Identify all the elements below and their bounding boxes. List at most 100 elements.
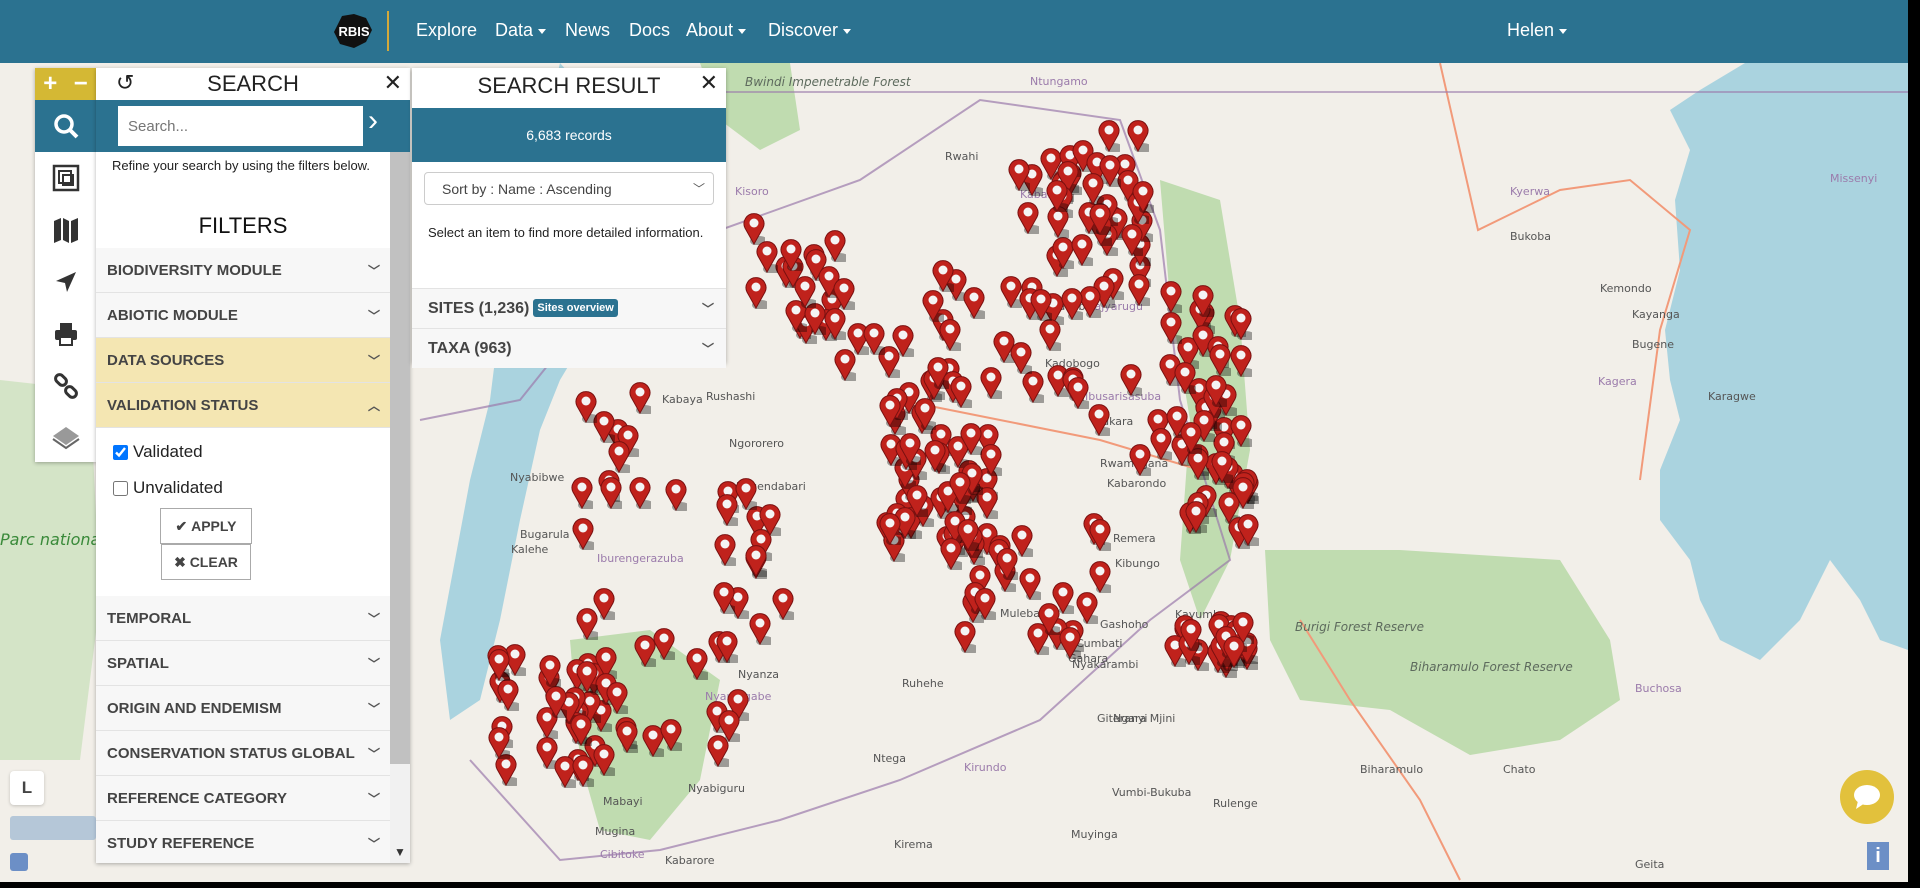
map-marker[interactable] [1098, 119, 1123, 153]
map-marker[interactable] [575, 390, 600, 424]
basemap-button[interactable] [35, 204, 96, 256]
map-marker[interactable] [745, 277, 770, 311]
globe-icon[interactable] [10, 853, 28, 871]
map-marker[interactable] [1010, 341, 1036, 375]
map-marker[interactable] [653, 627, 678, 661]
sort-select[interactable]: Sort by : Name : Ascending ﹀ [424, 172, 714, 205]
map-marker[interactable] [1127, 120, 1153, 153]
filter-conservation-status[interactable]: CONSERVATION STATUS GLOBAL ﹀ [96, 731, 390, 776]
locate-button[interactable] [35, 256, 96, 308]
map-marker[interactable] [824, 229, 849, 263]
apply-button[interactable]: ✔ APPLY [160, 508, 252, 544]
validated-checkbox[interactable] [113, 444, 128, 460]
map-marker[interactable] [1237, 514, 1262, 548]
validated-option[interactable]: Validated [113, 434, 390, 470]
map-marker[interactable] [629, 382, 654, 416]
map-marker[interactable] [714, 533, 739, 567]
map-marker[interactable] [707, 735, 732, 769]
map-marker[interactable] [749, 613, 774, 646]
sites-overview-badge[interactable]: Sites overview [533, 299, 618, 318]
map-marker[interactable] [949, 471, 975, 505]
layer-toggle-button[interactable]: L [10, 771, 44, 805]
map-marker[interactable] [686, 648, 711, 682]
bounding-box-button[interactable] [35, 152, 96, 204]
map-marker[interactable] [1160, 311, 1186, 345]
map-marker[interactable] [834, 349, 859, 383]
map-marker[interactable] [833, 278, 858, 312]
nav-docs[interactable]: Docs [629, 20, 670, 41]
map-marker[interactable] [932, 260, 958, 294]
map-marker[interactable] [1223, 636, 1249, 670]
map-marker[interactable] [963, 286, 988, 320]
map-marker[interactable] [780, 239, 805, 273]
chat-button[interactable] [1840, 770, 1894, 824]
map-marker[interactable] [939, 318, 964, 352]
map-marker[interactable] [1071, 234, 1096, 268]
map-marker[interactable] [756, 240, 781, 274]
map-marker[interactable] [960, 423, 986, 457]
filter-reference-category[interactable]: REFERENCE CATEGORY ﹀ [96, 776, 390, 821]
map-marker[interactable] [572, 755, 598, 789]
map-marker[interactable] [1180, 619, 1206, 652]
map-marker[interactable] [1082, 173, 1108, 207]
unvalidated-option[interactable]: Unvalidated [113, 470, 390, 506]
rbis-logo[interactable]: RBIS [332, 12, 376, 50]
filter-validation-status[interactable]: VALIDATION STATUS ︿ [96, 383, 390, 428]
map-marker[interactable] [1205, 375, 1230, 408]
scrollbar-thumb[interactable] [390, 152, 410, 764]
map-marker[interactable] [1089, 519, 1114, 553]
map-marker[interactable] [1185, 501, 1210, 535]
map-marker[interactable] [716, 494, 741, 527]
map-marker[interactable] [927, 357, 953, 390]
map-marker[interactable] [1128, 273, 1153, 307]
layers-button[interactable] [35, 412, 96, 464]
map-marker[interactable] [497, 678, 522, 712]
map-marker[interactable] [571, 476, 596, 510]
search-submit-chevron-icon[interactable]: › [368, 104, 378, 138]
map-marker[interactable] [539, 654, 565, 688]
map-marker[interactable] [980, 367, 1005, 401]
filter-biodiversity-module[interactable]: BIODIVERSITY MODULE ﹀ [96, 248, 390, 293]
map-marker[interactable] [1230, 345, 1255, 378]
clear-button[interactable]: ✖ CLEAR [161, 544, 251, 580]
taxa-section[interactable]: TAXA (963) ﹀ [412, 328, 726, 368]
search-tool-button[interactable] [35, 100, 96, 152]
map-marker[interactable] [1211, 450, 1236, 484]
map-marker[interactable] [1192, 285, 1217, 319]
nav-discover[interactable]: Discover [768, 20, 852, 41]
filter-data-sources[interactable]: DATA SOURCES ﹀ [96, 338, 390, 383]
search-input[interactable] [118, 106, 363, 146]
map-marker[interactable] [1022, 370, 1047, 404]
map-marker[interactable] [1120, 364, 1145, 397]
nav-news[interactable]: News [565, 20, 610, 41]
filter-origin-endemism[interactable]: ORIGIN AND ENDEMISM ﹀ [96, 686, 390, 731]
filter-abiotic-module[interactable]: ABIOTIC MODULE ﹀ [96, 293, 390, 338]
map-marker[interactable] [665, 478, 690, 512]
map-marker[interactable] [593, 744, 618, 778]
sites-section[interactable]: SITES (1,236) Sites overview ﹀ [412, 288, 726, 328]
scroll-down-icon[interactable]: ▼ [394, 845, 406, 859]
map-marker[interactable] [794, 276, 819, 310]
map-marker[interactable] [954, 621, 980, 655]
map-marker[interactable] [879, 512, 905, 546]
map-marker[interactable] [616, 721, 641, 755]
map-marker[interactable] [608, 441, 634, 475]
map-marker[interactable] [922, 289, 947, 323]
filter-study-reference[interactable]: STUDY REFERENCE ﹀ [96, 821, 390, 863]
info-button[interactable]: i [1867, 842, 1889, 870]
map-marker[interactable] [572, 518, 597, 552]
map-marker[interactable] [1209, 344, 1235, 378]
map-marker[interactable] [914, 398, 939, 432]
map-marker[interactable] [879, 394, 904, 428]
map-marker[interactable] [713, 581, 739, 615]
map-marker[interactable] [735, 478, 761, 511]
nav-explore[interactable]: Explore [416, 20, 477, 41]
map-marker[interactable] [772, 588, 798, 622]
map-marker[interactable] [1017, 202, 1043, 236]
map-marker[interactable] [629, 477, 654, 511]
map-marker[interactable] [1089, 560, 1115, 594]
nav-about[interactable]: About [686, 20, 747, 41]
user-menu[interactable]: Helen [1507, 20, 1568, 41]
map-marker[interactable] [576, 660, 602, 694]
map-marker[interactable] [1232, 477, 1257, 511]
